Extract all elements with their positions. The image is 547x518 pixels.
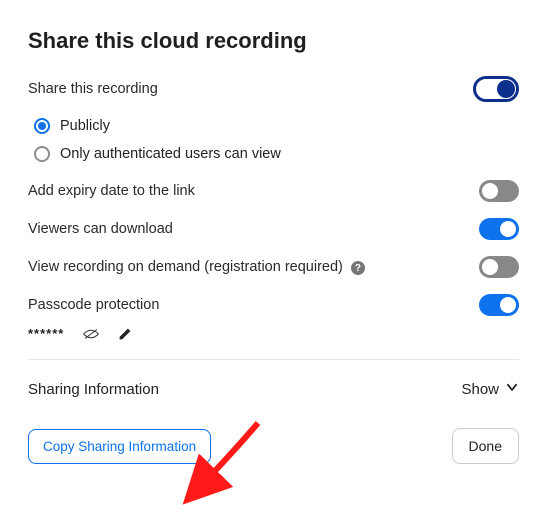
radio-auth-only-label: Only authenticated users can view — [60, 146, 281, 162]
done-button[interactable]: Done — [452, 428, 519, 464]
radio-publicly-label: Publicly — [60, 118, 110, 134]
download-toggle[interactable] — [479, 218, 519, 240]
passcode-label: Passcode protection — [28, 297, 159, 313]
radio-publicly[interactable]: Publicly — [34, 118, 519, 134]
copy-sharing-info-button[interactable]: Copy Sharing Information — [28, 429, 211, 464]
divider — [28, 359, 519, 360]
show-sharing-info-button[interactable]: Show — [461, 380, 519, 398]
chevron-down-icon — [505, 380, 519, 398]
edit-passcode-icon[interactable] — [118, 327, 132, 341]
show-passcode-icon[interactable] — [82, 328, 100, 340]
on-demand-label: View recording on demand (registration r… — [28, 259, 365, 276]
radio-auth-only[interactable]: Only authenticated users can view — [34, 146, 519, 162]
sharing-info-label: Sharing Information — [28, 381, 159, 398]
passcode-value: ****** — [28, 326, 64, 341]
share-recording-toggle[interactable] — [473, 76, 519, 102]
expiry-label: Add expiry date to the link — [28, 183, 195, 199]
passcode-toggle[interactable] — [479, 294, 519, 316]
download-label: Viewers can download — [28, 221, 173, 237]
on-demand-toggle[interactable] — [479, 256, 519, 278]
radio-publicly-icon — [34, 118, 50, 134]
expiry-toggle[interactable] — [479, 180, 519, 202]
page-title: Share this cloud recording — [28, 28, 519, 54]
show-label: Show — [461, 381, 499, 398]
radio-auth-only-icon — [34, 146, 50, 162]
help-icon[interactable]: ? — [351, 261, 365, 275]
share-recording-label: Share this recording — [28, 81, 158, 97]
